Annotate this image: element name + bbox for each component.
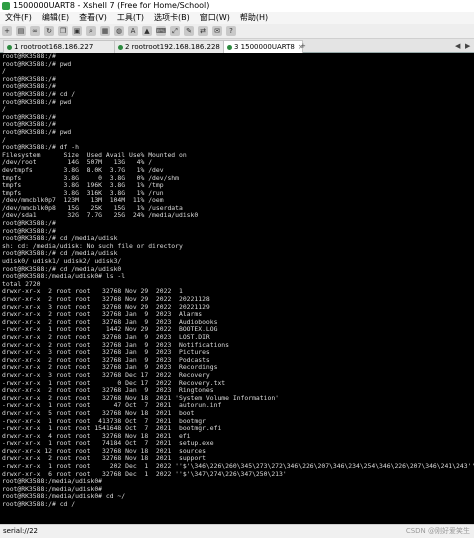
- tab-session-1[interactable]: 1 rootroot168.186.227: [3, 40, 119, 53]
- chat-icon[interactable]: ✉: [212, 26, 222, 36]
- font-icon[interactable]: A: [128, 26, 138, 36]
- menu-tab[interactable]: 选项卡(B): [149, 12, 195, 24]
- tab-label: 2 rootroot192.168.186.228: [125, 43, 220, 51]
- menu-tools[interactable]: 工具(T): [112, 12, 149, 24]
- copy-icon[interactable]: ❐: [58, 26, 68, 36]
- window-title: 1500000UART8 - Xshell 7 (Free for Home/S…: [13, 1, 210, 10]
- status-bar: serial://22 CSDN @刚好爱笑生: [0, 524, 474, 538]
- tab-session-3[interactable]: 3 1500000UART8×: [223, 40, 303, 53]
- help-icon[interactable]: ?: [226, 26, 236, 36]
- terminal-line: root@RK3588:/# cd /: [2, 89, 76, 98]
- menu-window[interactable]: 窗口(W): [195, 12, 235, 24]
- menu-view[interactable]: 查看(V): [74, 12, 112, 24]
- print-icon[interactable]: ▦: [100, 26, 110, 36]
- tab-session-2[interactable]: 2 rootroot192.168.186.228: [114, 40, 228, 53]
- new-session-icon[interactable]: +: [2, 26, 12, 36]
- watermark: CSDN @刚好爱笑生: [405, 527, 470, 535]
- xshell-app-icon: [2, 2, 10, 10]
- terminal-line: root@RK3588:/#: [2, 219, 56, 228]
- terminal-line: root@RK3588:/# pwd: [2, 97, 72, 106]
- transfer-icon[interactable]: ⇄: [198, 26, 208, 36]
- tab-scroll-right-icon[interactable]: ▶: [465, 40, 470, 53]
- globe-icon[interactable]: ◍: [114, 26, 124, 36]
- terminal-line: root@RK3588:/# pwd: [2, 127, 72, 136]
- find-icon[interactable]: ⌕: [86, 26, 96, 36]
- menu-file[interactable]: 文件(F): [0, 12, 37, 24]
- terminal-line: /dev/sda1 32G 7.7G 25G 24% /media/udisk0: [2, 211, 199, 220]
- terminal-line: /: [2, 105, 6, 114]
- terminal-line: root@RK3588:/media/udisk0# ls -l: [2, 272, 126, 281]
- connected-status-icon: [227, 44, 232, 50]
- lock-icon[interactable]: ▲: [142, 26, 152, 36]
- reconnect-icon[interactable]: ↻: [44, 26, 54, 36]
- terminal-line: root@RK3588:/#: [2, 74, 56, 83]
- terminal-line: root@RK3588:/#: [2, 120, 56, 129]
- fullscreen-icon[interactable]: ⤢: [170, 26, 180, 36]
- connected-status-icon: [7, 44, 12, 50]
- tab-label: 3 1500000UART8: [234, 43, 295, 51]
- tab-label: 1 rootroot168.186.227: [14, 43, 94, 51]
- keyboard-icon[interactable]: ⌨: [156, 26, 166, 36]
- menu-bar: 文件(F) 编辑(E) 查看(V) 工具(T) 选项卡(B) 窗口(W) 帮助(…: [0, 12, 474, 24]
- terminal-line: root@RK3588:/#: [2, 53, 56, 60]
- connection-address: serial://22: [3, 527, 38, 535]
- open-folder-icon[interactable]: ▤: [16, 26, 26, 36]
- title-bar: 1500000UART8 - Xshell 7 (Free for Home/S…: [0, 0, 474, 12]
- add-tab-icon[interactable]: +: [300, 40, 306, 53]
- terminal-line: root@RK3588:/#: [2, 112, 56, 121]
- toolbar: + ▤ ∞ ↻ ❐ ▣ ⌕ ▦ ◍ A ▲ ⌨ ⤢ ✎ ⇄ ✉ ?: [0, 24, 474, 39]
- link-icon[interactable]: ∞: [30, 26, 40, 36]
- menu-edit[interactable]: 编辑(E): [37, 12, 74, 24]
- session-tab-bar: 1 rootroot168.186.227 2 rootroot192.168.…: [0, 39, 474, 53]
- menu-help[interactable]: 帮助(H): [235, 12, 273, 24]
- terminal-line: /: [2, 67, 6, 76]
- script-icon[interactable]: ✎: [184, 26, 194, 36]
- terminal-line: root@RK3588:/# pwd: [2, 59, 72, 68]
- terminal-line: root@RK3588:/# cd /: [2, 500, 76, 509]
- tab-scroll-left-icon[interactable]: ◀: [455, 40, 460, 53]
- paste-icon[interactable]: ▣: [72, 26, 82, 36]
- terminal-output[interactable]: root@RK3588:/# root@RK3588:/# pwd / root@RK…: [0, 53, 474, 524]
- connected-status-icon: [118, 44, 123, 50]
